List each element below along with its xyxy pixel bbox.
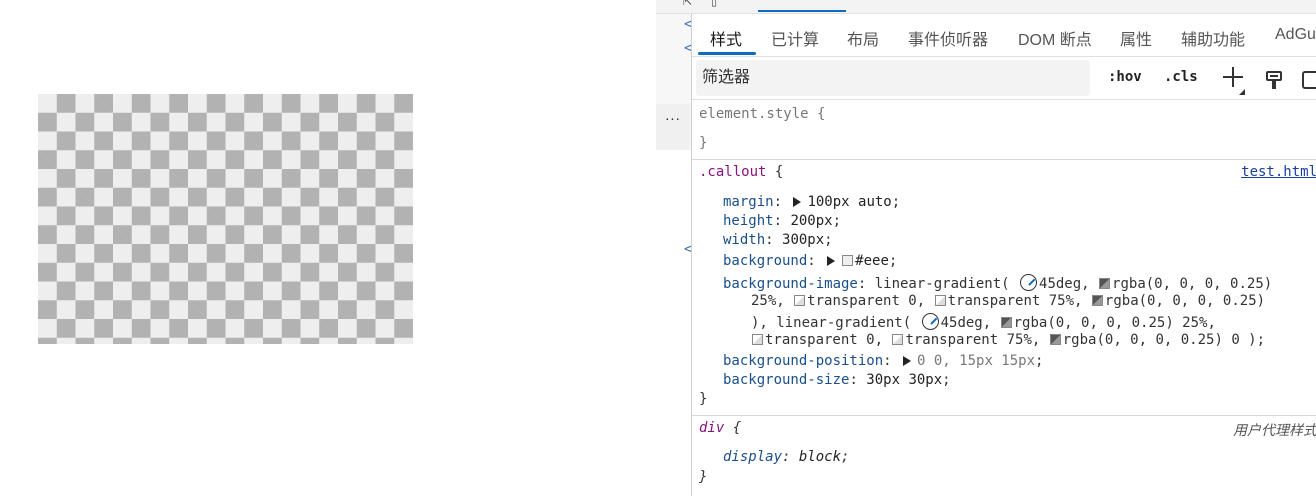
expand-triangle-icon[interactable]: [793, 197, 802, 207]
hov-toggle-button[interactable]: :hov: [1108, 69, 1142, 85]
devtools-panel: ⇱ ▯ < < ▕ ▕ ... < 样式 已计算 布局 事件侦听器 DOM 断点…: [656, 0, 1316, 496]
color-swatch-icon[interactable]: [934, 295, 946, 306]
declaration-margin[interactable]: margin: 100px auto;: [723, 194, 900, 210]
tab-properties[interactable]: 属性: [1120, 26, 1152, 50]
declaration-background[interactable]: background: #eee;: [723, 253, 897, 269]
angle-picker-icon[interactable]: [1020, 274, 1038, 291]
declaration-width[interactable]: width: 300px;: [723, 232, 833, 248]
color-swatch-icon[interactable]: [892, 334, 904, 345]
rule-close-brace: }: [699, 391, 708, 407]
rule-open-brace: {: [774, 164, 784, 180]
color-swatch-icon[interactable]: [1099, 278, 1111, 289]
expand-triangle-icon[interactable]: [903, 356, 912, 366]
rule-div-user-agent: div { 用户代理样式 display: block; }: [692, 416, 1316, 496]
rule-element-style: element.style { }: [692, 100, 1316, 160]
new-rule-menu-corner-icon: [1239, 89, 1245, 95]
active-tool-indicator: [758, 10, 846, 12]
rule-close-brace: }: [699, 469, 708, 485]
expand-triangle-icon[interactable]: [827, 256, 836, 266]
declaration-display[interactable]: display: block;: [723, 449, 849, 465]
tab-styles[interactable]: 样式: [710, 26, 742, 50]
page-preview: [0, 0, 656, 496]
declaration-background-size[interactable]: background-size: 30px 30px;: [723, 372, 951, 388]
styles-filter-input[interactable]: [696, 60, 1090, 96]
paint-brush-icon[interactable]: [1266, 71, 1282, 91]
devtools-top-strip: ⇱ ▯: [656, 0, 1316, 14]
color-swatch-icon[interactable]: [1049, 334, 1061, 345]
rule-callout: .callout { test.html margin: 100px auto;…: [692, 160, 1316, 416]
tab-computed[interactable]: 已计算: [771, 26, 819, 50]
cursor-icon[interactable]: ⇱: [683, 0, 692, 8]
device-icon[interactable]: ▯: [711, 0, 717, 8]
cls-toggle-button[interactable]: .cls: [1164, 69, 1198, 85]
styles-pane: 样式 已计算 布局 事件侦听器 DOM 断点 属性 辅助功能 AdGu :hov…: [691, 14, 1316, 496]
styles-toolbar: :hov .cls: [692, 57, 1316, 100]
declaration-background-image[interactable]: background-image: linear-gradient( 45deg…: [723, 274, 1272, 292]
rule-selector[interactable]: div: [699, 420, 724, 436]
rule-open-brace: {: [732, 420, 742, 436]
rule-selector[interactable]: .callout: [699, 164, 766, 180]
color-swatch-icon[interactable]: [1000, 317, 1012, 328]
toggle-sidebar-icon[interactable]: [1302, 71, 1316, 89]
new-style-rule-icon[interactable]: [1220, 64, 1246, 92]
color-swatch-icon[interactable]: [752, 334, 763, 345]
elements-tree-gutter-lower: <: [656, 150, 692, 496]
angle-picker-icon[interactable]: [921, 313, 939, 330]
tab-accessibility[interactable]: 辅助功能: [1181, 26, 1245, 50]
user-agent-stylesheet-label: 用户代理样式: [1233, 423, 1316, 439]
rule-selector[interactable]: element.style: [699, 106, 809, 122]
color-swatch-icon[interactable]: [842, 255, 854, 266]
declaration-background-position[interactable]: background-position: 0 0, 15px 15px;: [723, 353, 1043, 369]
more-options-button[interactable]: ...: [656, 104, 690, 150]
styles-tab-bar: 样式 已计算 布局 事件侦听器 DOM 断点 属性 辅助功能 AdGu: [692, 14, 1316, 57]
rule-close-brace: }: [699, 135, 708, 151]
tab-layout[interactable]: 布局: [847, 26, 879, 50]
color-swatch-icon[interactable]: [1091, 295, 1103, 306]
tab-adguard[interactable]: AdGu: [1275, 26, 1316, 44]
declaration-height[interactable]: height: 200px;: [723, 213, 841, 229]
callout-checkerboard[interactable]: [38, 94, 413, 344]
rule-source-link[interactable]: test.html: [1241, 164, 1316, 180]
tab-dom-breakpoints[interactable]: DOM 断点: [1018, 26, 1092, 50]
rule-open-brace: {: [817, 106, 826, 122]
tab-event-listeners[interactable]: 事件侦听器: [908, 26, 988, 50]
color-swatch-icon[interactable]: [794, 295, 806, 306]
active-tab-indicator: [698, 52, 756, 55]
